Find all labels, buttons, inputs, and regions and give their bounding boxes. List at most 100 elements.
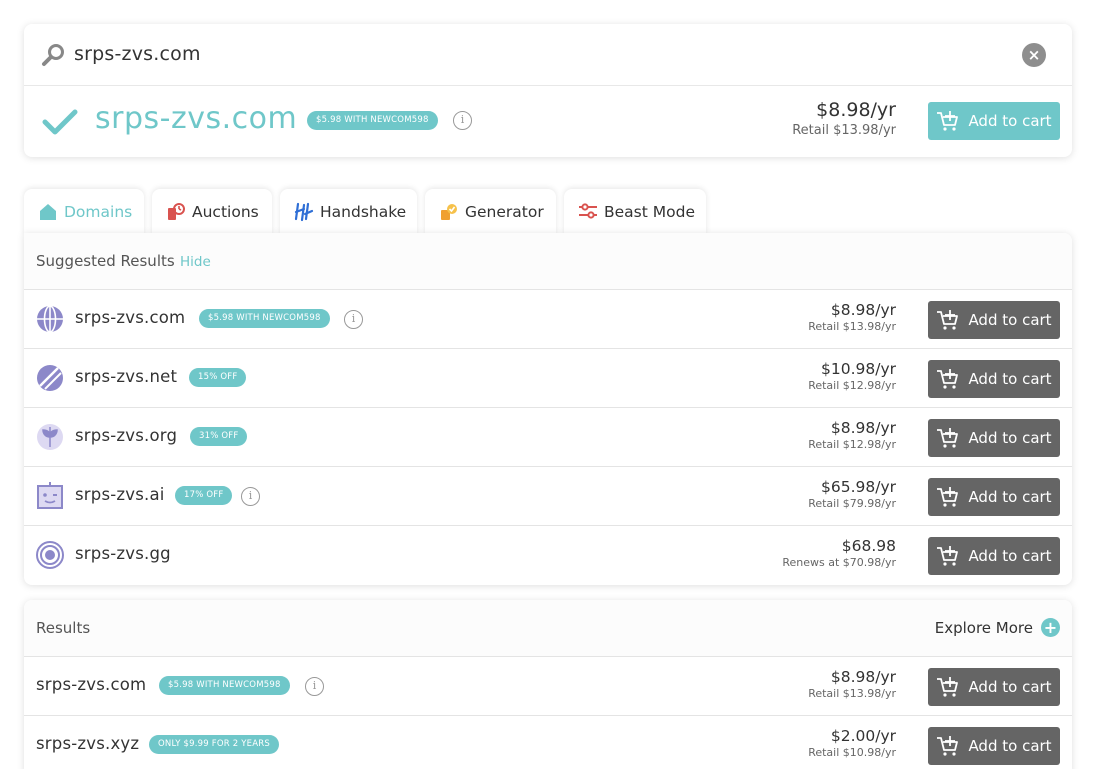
- retail-price: Retail $12.98/yr: [808, 438, 896, 451]
- tab-domains[interactable]: Domains: [24, 189, 144, 235]
- add-to-cart-button[interactable]: Add to cart: [928, 727, 1060, 765]
- cart-icon: [937, 428, 959, 448]
- promo-badge: $5.98 WITH NEWCOM598: [199, 309, 330, 328]
- cart-icon: [937, 546, 959, 566]
- retail-price: Retail $13.98/yr: [792, 123, 896, 138]
- price-block: $8.98/yr Retail $13.98/yr: [808, 301, 896, 333]
- search-bar[interactable]: srps-zvs.com ×: [24, 24, 1072, 86]
- retail-price: Retail $79.98/yr: [808, 497, 896, 510]
- search-icon: [42, 44, 64, 66]
- explore-more-button[interactable]: Explore More +: [935, 618, 1060, 637]
- info-icon[interactable]: i: [453, 111, 472, 130]
- generator-icon: [441, 204, 457, 220]
- price: $65.98/yr: [820, 478, 896, 496]
- domain-name: srps-zvs.com: [75, 308, 186, 327]
- price: $8.98/yr: [830, 301, 896, 319]
- add-to-cart-label: Add to cart: [968, 547, 1052, 565]
- section-title: Results: [36, 619, 91, 637]
- cart-icon: [937, 487, 959, 507]
- promo-badge: $5.98 WITH NEWCOM598: [159, 676, 290, 695]
- renewal-price: Renews at $70.98/yr: [782, 556, 896, 569]
- discount-badge: 31% OFF: [190, 427, 248, 446]
- domain-name: srps-zvs.net: [75, 367, 178, 386]
- check-icon: [42, 109, 78, 135]
- suggested-results-panel: Suggested Results Hide srps-zvs.com $5.9…: [24, 233, 1072, 585]
- list-item: srps-zvs.xyz ONLY $9.99 FOR 2 YEARS $2.0…: [24, 716, 1072, 769]
- add-to-cart-label: Add to cart: [968, 678, 1052, 696]
- net-icon: [37, 365, 63, 391]
- add-to-cart-button[interactable]: Add to cart: [928, 478, 1060, 516]
- add-to-cart-label: Add to cart: [968, 429, 1052, 447]
- add-to-cart-button[interactable]: Add to cart: [928, 301, 1060, 339]
- list-item: srps-zvs.org 31% OFF $8.98/yr Retail $12…: [24, 408, 1072, 467]
- section-header: Results Explore More +: [24, 600, 1072, 657]
- tab-auctions[interactable]: Auctions: [152, 189, 272, 235]
- price-block: $2.00/yr Retail $10.98/yr: [808, 727, 896, 759]
- domain-name: srps-zvs.ai: [75, 485, 165, 504]
- price: $68.98: [841, 537, 896, 555]
- info-icon[interactable]: i: [241, 487, 260, 506]
- promo-badge: ONLY $9.99 FOR 2 YEARS: [149, 735, 279, 754]
- list-item: srps-zvs.net 15% OFF $10.98/yr Retail $1…: [24, 349, 1072, 408]
- add-to-cart-button[interactable]: Add to cart: [928, 360, 1060, 398]
- hero-add-to-cart-button[interactable]: Add to cart: [928, 102, 1060, 140]
- list-item: srps-zvs.com $5.98 WITH NEWCOM598 i $8.9…: [24, 657, 1072, 716]
- domain-name: srps-zvs.org: [75, 426, 178, 445]
- hero-domain-name: srps-zvs.com: [95, 101, 298, 136]
- list-item: srps-zvs.com $5.98 WITH NEWCOM598 i $8.9…: [24, 290, 1072, 349]
- explore-more-label: Explore More: [934, 618, 1033, 637]
- domain-name: srps-zvs.xyz: [36, 734, 140, 753]
- price: $8.98/yr: [816, 99, 896, 121]
- price-block: $8.98/yr Retail $12.98/yr: [808, 419, 896, 451]
- plus-icon: +: [1041, 618, 1060, 637]
- price-block: $8.98/yr Retail $13.98/yr: [808, 668, 896, 700]
- add-to-cart-button[interactable]: Add to cart: [928, 668, 1060, 706]
- tab-handshake[interactable]: Handshake: [280, 189, 417, 235]
- discount-badge: 15% OFF: [189, 368, 247, 387]
- price-block: $68.98 Renews at $70.98/yr: [782, 537, 896, 569]
- target-icon: [36, 541, 64, 569]
- clear-search-button[interactable]: ×: [1022, 43, 1046, 67]
- globe-icon: [37, 305, 63, 333]
- auction-icon: [168, 203, 185, 220]
- robot-icon: [37, 482, 63, 509]
- handshake-icon: [294, 202, 314, 222]
- add-to-cart-button[interactable]: Add to cart: [928, 537, 1060, 575]
- add-to-cart-label: Add to cart: [968, 112, 1052, 130]
- price: $8.98/yr: [830, 419, 896, 437]
- tab-label: Beast Mode: [604, 203, 695, 221]
- cart-icon: [937, 310, 959, 330]
- discount-badge: 17% OFF: [175, 486, 233, 505]
- hero-price: $8.98/yr Retail $13.98/yr: [792, 99, 896, 138]
- add-to-cart-label: Add to cart: [968, 370, 1052, 388]
- price-block: $10.98/yr Retail $12.98/yr: [808, 360, 896, 392]
- retail-price: Retail $13.98/yr: [808, 687, 896, 700]
- info-icon[interactable]: i: [344, 310, 363, 329]
- tab-generator[interactable]: Generator: [425, 189, 556, 235]
- list-item: srps-zvs.gg $68.98 Renews at $70.98/yr A…: [24, 526, 1072, 585]
- tab-label: Generator: [465, 203, 544, 221]
- cart-icon: [937, 111, 959, 131]
- domain-name: srps-zvs.gg: [75, 544, 171, 563]
- add-to-cart-label: Add to cart: [968, 488, 1052, 506]
- price: $10.98/yr: [820, 360, 896, 378]
- sliders-icon: [579, 203, 597, 219]
- tab-label: Auctions: [192, 203, 259, 221]
- tab-label: Handshake: [320, 203, 407, 221]
- hide-link[interactable]: Hide: [180, 254, 211, 270]
- search-input[interactable]: srps-zvs.com: [74, 43, 201, 65]
- home-icon: [40, 204, 56, 220]
- domain-name: srps-zvs.com: [36, 675, 147, 694]
- info-icon[interactable]: i: [305, 677, 324, 696]
- add-to-cart-button[interactable]: Add to cart: [928, 419, 1060, 457]
- list-item: srps-zvs.ai 17% OFF i $65.98/yr Retail $…: [24, 467, 1072, 526]
- tab-label: Domains: [64, 203, 133, 221]
- retail-price: Retail $13.98/yr: [808, 320, 896, 333]
- tab-beast-mode[interactable]: Beast Mode: [564, 189, 706, 235]
- org-icon: [37, 424, 63, 450]
- retail-price: Retail $12.98/yr: [808, 379, 896, 392]
- search-card: srps-zvs.com × srps-zvs.com $5.98 WITH N…: [24, 24, 1072, 157]
- cart-icon: [937, 677, 959, 697]
- section-title: Suggested Results: [36, 252, 175, 270]
- cart-icon: [937, 369, 959, 389]
